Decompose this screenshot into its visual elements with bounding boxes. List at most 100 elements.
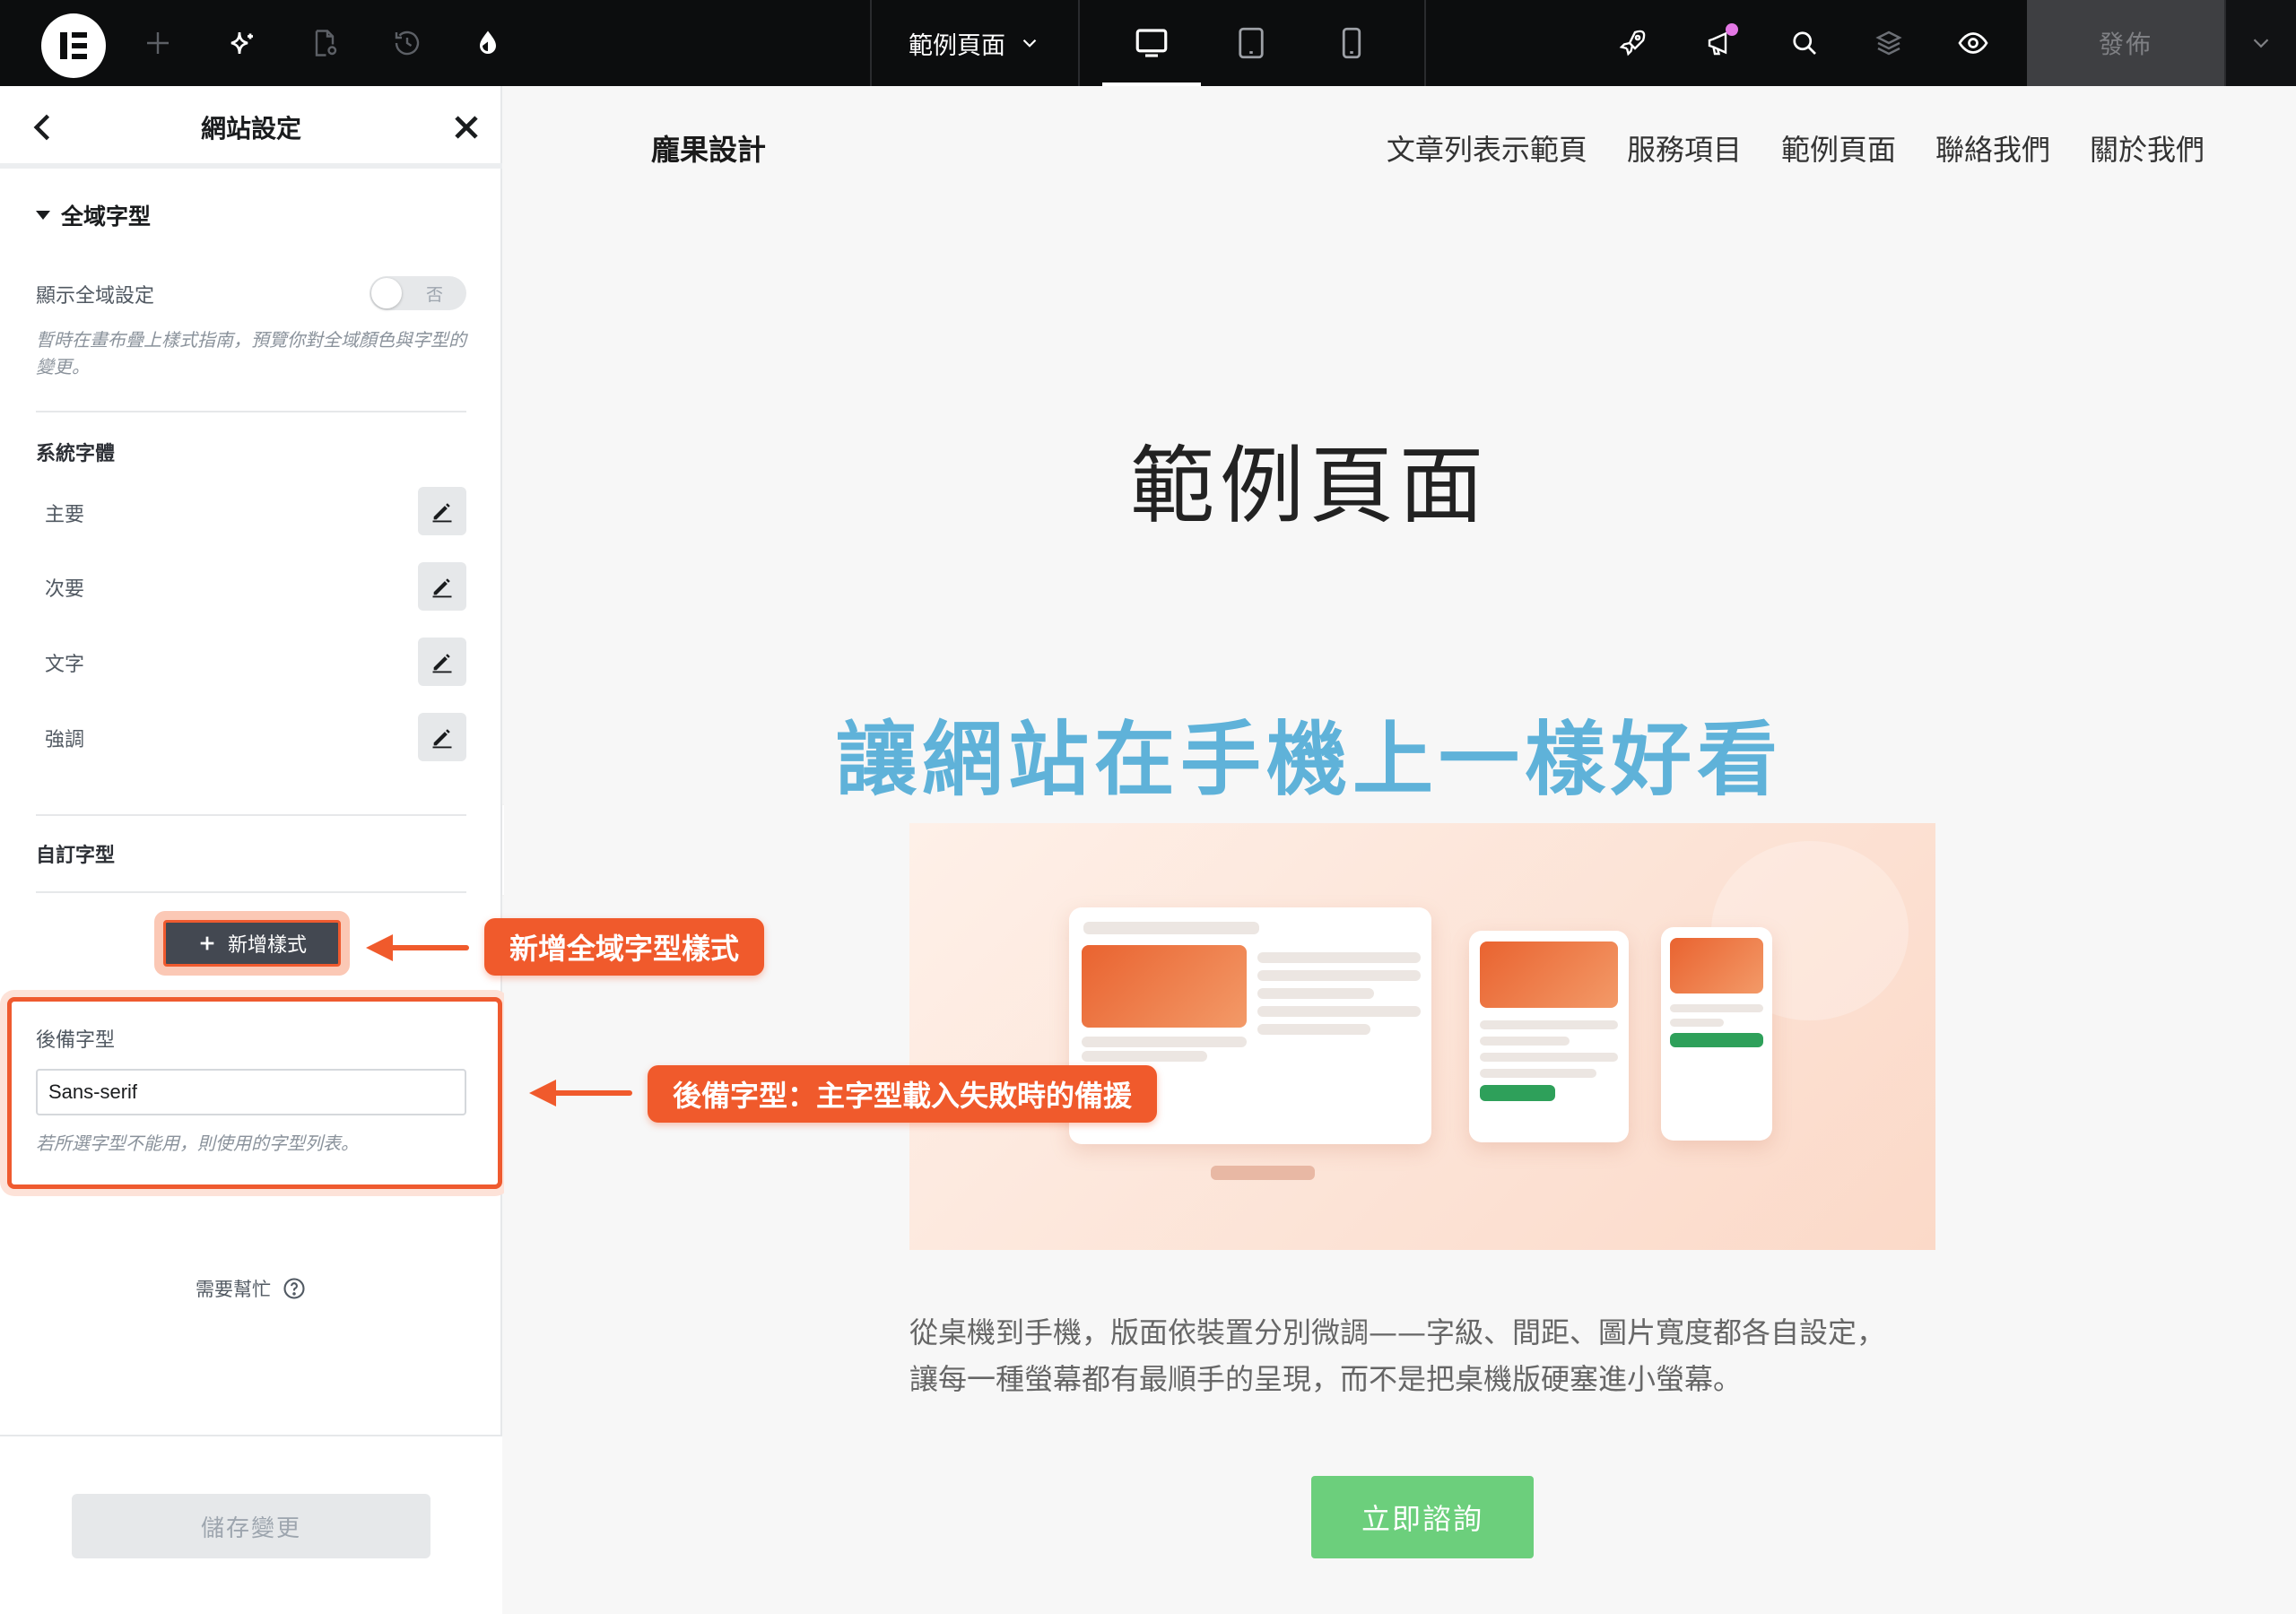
placeholder-bar — [1082, 1037, 1247, 1047]
placeholder-image — [1670, 938, 1763, 994]
placeholder-bar — [1670, 1004, 1763, 1012]
desktop-stand — [1211, 1166, 1315, 1180]
placeholder-bar — [1257, 952, 1421, 963]
system-fonts-title: 系統字體 — [36, 443, 116, 465]
add-style-button[interactable]: 新增樣式 — [163, 920, 341, 967]
show-global-label: 顯示全域設定 — [36, 285, 155, 308]
need-help-link[interactable]: 需要幫忙 — [0, 1275, 502, 1302]
announcement-icon[interactable] — [1699, 22, 1742, 65]
preview-canvas: 龐果設計 文章列表示範頁 服務項目 範例頁面 聯絡我們 關於我們 範例頁面 讓網… — [504, 86, 2296, 1614]
add-style-highlight: 新增樣式 — [154, 911, 350, 976]
fallback-help: 若所選字型不能用，則使用的字型列表。 — [36, 1132, 359, 1154]
divider — [36, 814, 466, 816]
placeholder-bar — [1257, 970, 1421, 981]
divider — [1078, 0, 1080, 86]
annotation-fallback: 後備字型：主字型載入失敗時的備援 — [648, 1065, 1158, 1123]
placeholder-bar — [1480, 1053, 1618, 1062]
page-selector-label: 範例頁面 — [909, 31, 1005, 60]
placeholder-bar — [1480, 1069, 1596, 1078]
site-nav: 文章列表示範頁 服務項目 範例頁面 聯絡我們 關於我們 — [1387, 127, 2205, 169]
close-icon[interactable] — [447, 108, 486, 147]
publish-options-button[interactable] — [2224, 0, 2296, 86]
nav-item[interactable]: 關於我們 — [2090, 127, 2205, 169]
search-icon[interactable] — [1783, 22, 1826, 65]
publish-label: 發佈 — [2098, 30, 2152, 59]
site-settings-panel: 網站設定 全域字型 顯示全域設定 否 暫時在畫布疊上樣式指南，預覽你對全域顏色與… — [0, 86, 509, 1614]
placeholder-bar — [1257, 1024, 1370, 1035]
page-selector[interactable]: 範例頁面 — [872, 0, 1078, 86]
nav-item[interactable]: 範例頁面 — [1781, 127, 1896, 169]
editor-root: 範例頁面 發佈 網站設定 全域字型 顯示全域設定 否 暫時在畫布疊上樣式指南，預… — [0, 0, 2296, 1614]
mobile-mockup — [1661, 927, 1772, 1141]
panel-footer: 儲存變更 — [0, 1435, 502, 1614]
edit-text-button[interactable] — [418, 638, 466, 686]
theme-style-icon[interactable] — [466, 22, 509, 65]
nav-item[interactable]: 聯絡我們 — [1935, 127, 2050, 169]
font-item-secondary: 次要 — [45, 578, 85, 601]
preview-eye-icon[interactable] — [1952, 22, 1995, 65]
save-changes-button[interactable]: 儲存變更 — [72, 1494, 430, 1558]
pencil-icon — [432, 654, 452, 673]
placeholder-image — [1480, 941, 1618, 1008]
panel-title: 網站設定 — [200, 114, 301, 143]
notification-dot — [1726, 23, 1738, 36]
tablet-icon — [1239, 27, 1264, 59]
page-settings-icon[interactable] — [303, 22, 346, 65]
plus-icon — [200, 936, 214, 950]
hero-illustration — [909, 823, 1935, 1250]
toggle-knob — [371, 278, 402, 308]
chevron-down-icon — [1022, 39, 1037, 48]
editor-topbar: 範例頁面 發佈 — [0, 0, 2296, 86]
desktop-view-button[interactable] — [1102, 0, 1201, 86]
save-changes-label: 儲存變更 — [200, 1514, 301, 1542]
section-toggle-global-fonts[interactable]: 全域字型 — [36, 199, 151, 231]
edit-secondary-button[interactable] — [418, 562, 466, 611]
need-help-label: 需要幫忙 — [196, 1279, 271, 1300]
placeholder-bar — [1480, 1037, 1570, 1046]
tablet-view-button[interactable] — [1202, 0, 1300, 86]
rocket-icon[interactable] — [1611, 22, 1654, 65]
headline: 讓網站在手機上一樣好看 — [836, 713, 1783, 807]
mobile-icon — [1342, 27, 1361, 59]
placeholder-button — [1480, 1085, 1555, 1101]
font-item-primary: 主要 — [45, 504, 85, 526]
page-title: 範例頁面 — [1129, 438, 1489, 535]
elementor-logo-icon[interactable] — [41, 13, 106, 78]
fallback-font-input[interactable]: Sans-serif — [36, 1069, 466, 1115]
desktop-icon — [1135, 29, 1168, 57]
nav-item[interactable]: 文章列表示範頁 — [1387, 127, 1587, 169]
annotation-add-style: 新增全域字型樣式 — [484, 918, 765, 976]
tablet-mockup — [1469, 931, 1629, 1142]
caret-down-icon — [36, 211, 50, 220]
publish-button[interactable]: 發佈 — [2027, 0, 2224, 86]
nav-item[interactable]: 服務項目 — [1627, 127, 1742, 169]
placeholder-bar — [1257, 1006, 1421, 1017]
cta-button[interactable]: 立即諮詢 — [1311, 1476, 1534, 1558]
placeholder-bar — [1670, 1019, 1724, 1027]
panel-header: 網站設定 — [0, 86, 502, 169]
question-circle-icon — [283, 1278, 305, 1299]
site-logo[interactable]: 龐果設計 — [651, 127, 766, 169]
add-icon[interactable] — [136, 22, 179, 65]
annotation-arrow — [529, 1080, 632, 1106]
mobile-view-button[interactable] — [1302, 0, 1401, 86]
toggle-text: 否 — [425, 285, 443, 305]
placeholder-bar — [1083, 922, 1259, 934]
ai-sparkle-icon[interactable] — [221, 22, 264, 65]
add-style-label: 新增樣式 — [227, 934, 307, 957]
back-arrow-icon[interactable] — [23, 108, 63, 147]
structure-layers-icon[interactable] — [1867, 22, 1910, 65]
divider — [1424, 0, 1426, 86]
history-icon[interactable] — [386, 22, 429, 65]
placeholder-button — [1670, 1033, 1763, 1047]
body-line: 從桌機到手機，版面依裝置分別微調——字級、間距、圖片寬度都各自設定， — [909, 1315, 1886, 1349]
divider — [36, 891, 466, 893]
font-item-accent: 強調 — [45, 729, 85, 751]
placeholder-image — [1082, 945, 1247, 1028]
body-text: 從桌機到手機，版面依裝置分別微調——字級、間距、圖片寬度都各自設定， 讓每一種螢… — [909, 1309, 1935, 1402]
show-global-toggle[interactable]: 否 — [370, 276, 466, 310]
body-line: 讓每一種螢幕都有最順手的呈現，而不是把桌機版硬塞進小螢幕。 — [909, 1362, 1743, 1396]
font-item-text: 文字 — [45, 654, 85, 676]
annotation-arrow — [366, 934, 469, 961]
section-title: 全域字型 — [61, 204, 152, 230]
